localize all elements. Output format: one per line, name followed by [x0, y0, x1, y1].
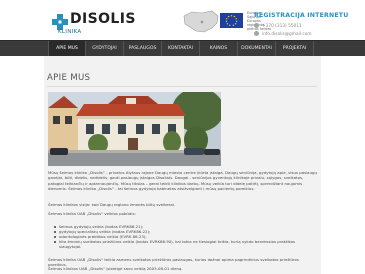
contact-phone: +370 (313) 55011	[254, 23, 302, 29]
list-item: kita žmonių sveikatos priežiūros veikla …	[54, 239, 316, 249]
contact-email[interactable]: info.disolis@gmail.com	[254, 31, 312, 37]
eu-flag-icon	[220, 13, 243, 28]
nav-kontaktai[interactable]: KONTAKTAI	[162, 41, 200, 57]
founded-paragraph: Šeimos klinikos UAB „Disolis“ įsisteigė …	[48, 266, 183, 271]
activities-heading: Šeimos klinika UAB „Disolis“ veiklos pob…	[48, 211, 136, 216]
phone-icon	[254, 23, 259, 28]
nav-paslaugos[interactable]: PASLAUGOS	[124, 41, 162, 57]
page: DISOLIS KLINIKA Europos Sąjunga Europos …	[0, 0, 365, 274]
title-divider	[47, 86, 317, 87]
clinic-building-photo	[48, 92, 221, 166]
lithuania-map-icon	[183, 10, 219, 33]
nav-projektai[interactable]: PROJEKTAI	[276, 41, 314, 57]
phone-text: +370 (313) 55011	[262, 24, 302, 29]
activities-list: šeimos gydytojų veikla (kodas EVRK86.21)…	[54, 224, 316, 249]
nav-dokumentai[interactable]: DOKUMENTAI	[238, 41, 276, 57]
main-navigation: APIE MUS GYDYTOJAI PASLAUGOS KONTAKTAI K…	[0, 40, 365, 57]
email-icon	[254, 31, 259, 36]
site-header: DISOLIS KLINIKA Europos Sąjunga Europos …	[0, 0, 365, 40]
intro-paragraph: Mūsų šeimos klinika „Disolis“ - privatus…	[48, 170, 317, 191]
site-logo[interactable]: DISOLIS KLINIKA	[52, 10, 142, 38]
nav-apie-mus[interactable]: APIE MUS	[48, 41, 86, 57]
email-text: info.disolis@gmail.com	[262, 32, 312, 37]
vision-paragraph: Šeimos klinikos vizija: kad Daugų region…	[48, 202, 176, 207]
logo-text: DISOLIS	[70, 11, 136, 27]
nav-kainos[interactable]: KAINOS	[200, 41, 238, 57]
page-title: APIE MUS	[47, 73, 91, 83]
nav-gydytojai[interactable]: GYDYTOJAI	[86, 41, 124, 57]
logo-subtitle: KLINIKA	[58, 29, 82, 35]
medical-cross-icon	[52, 14, 68, 30]
registration-link[interactable]: REGISTRACIJA INTERNETU	[254, 12, 348, 19]
